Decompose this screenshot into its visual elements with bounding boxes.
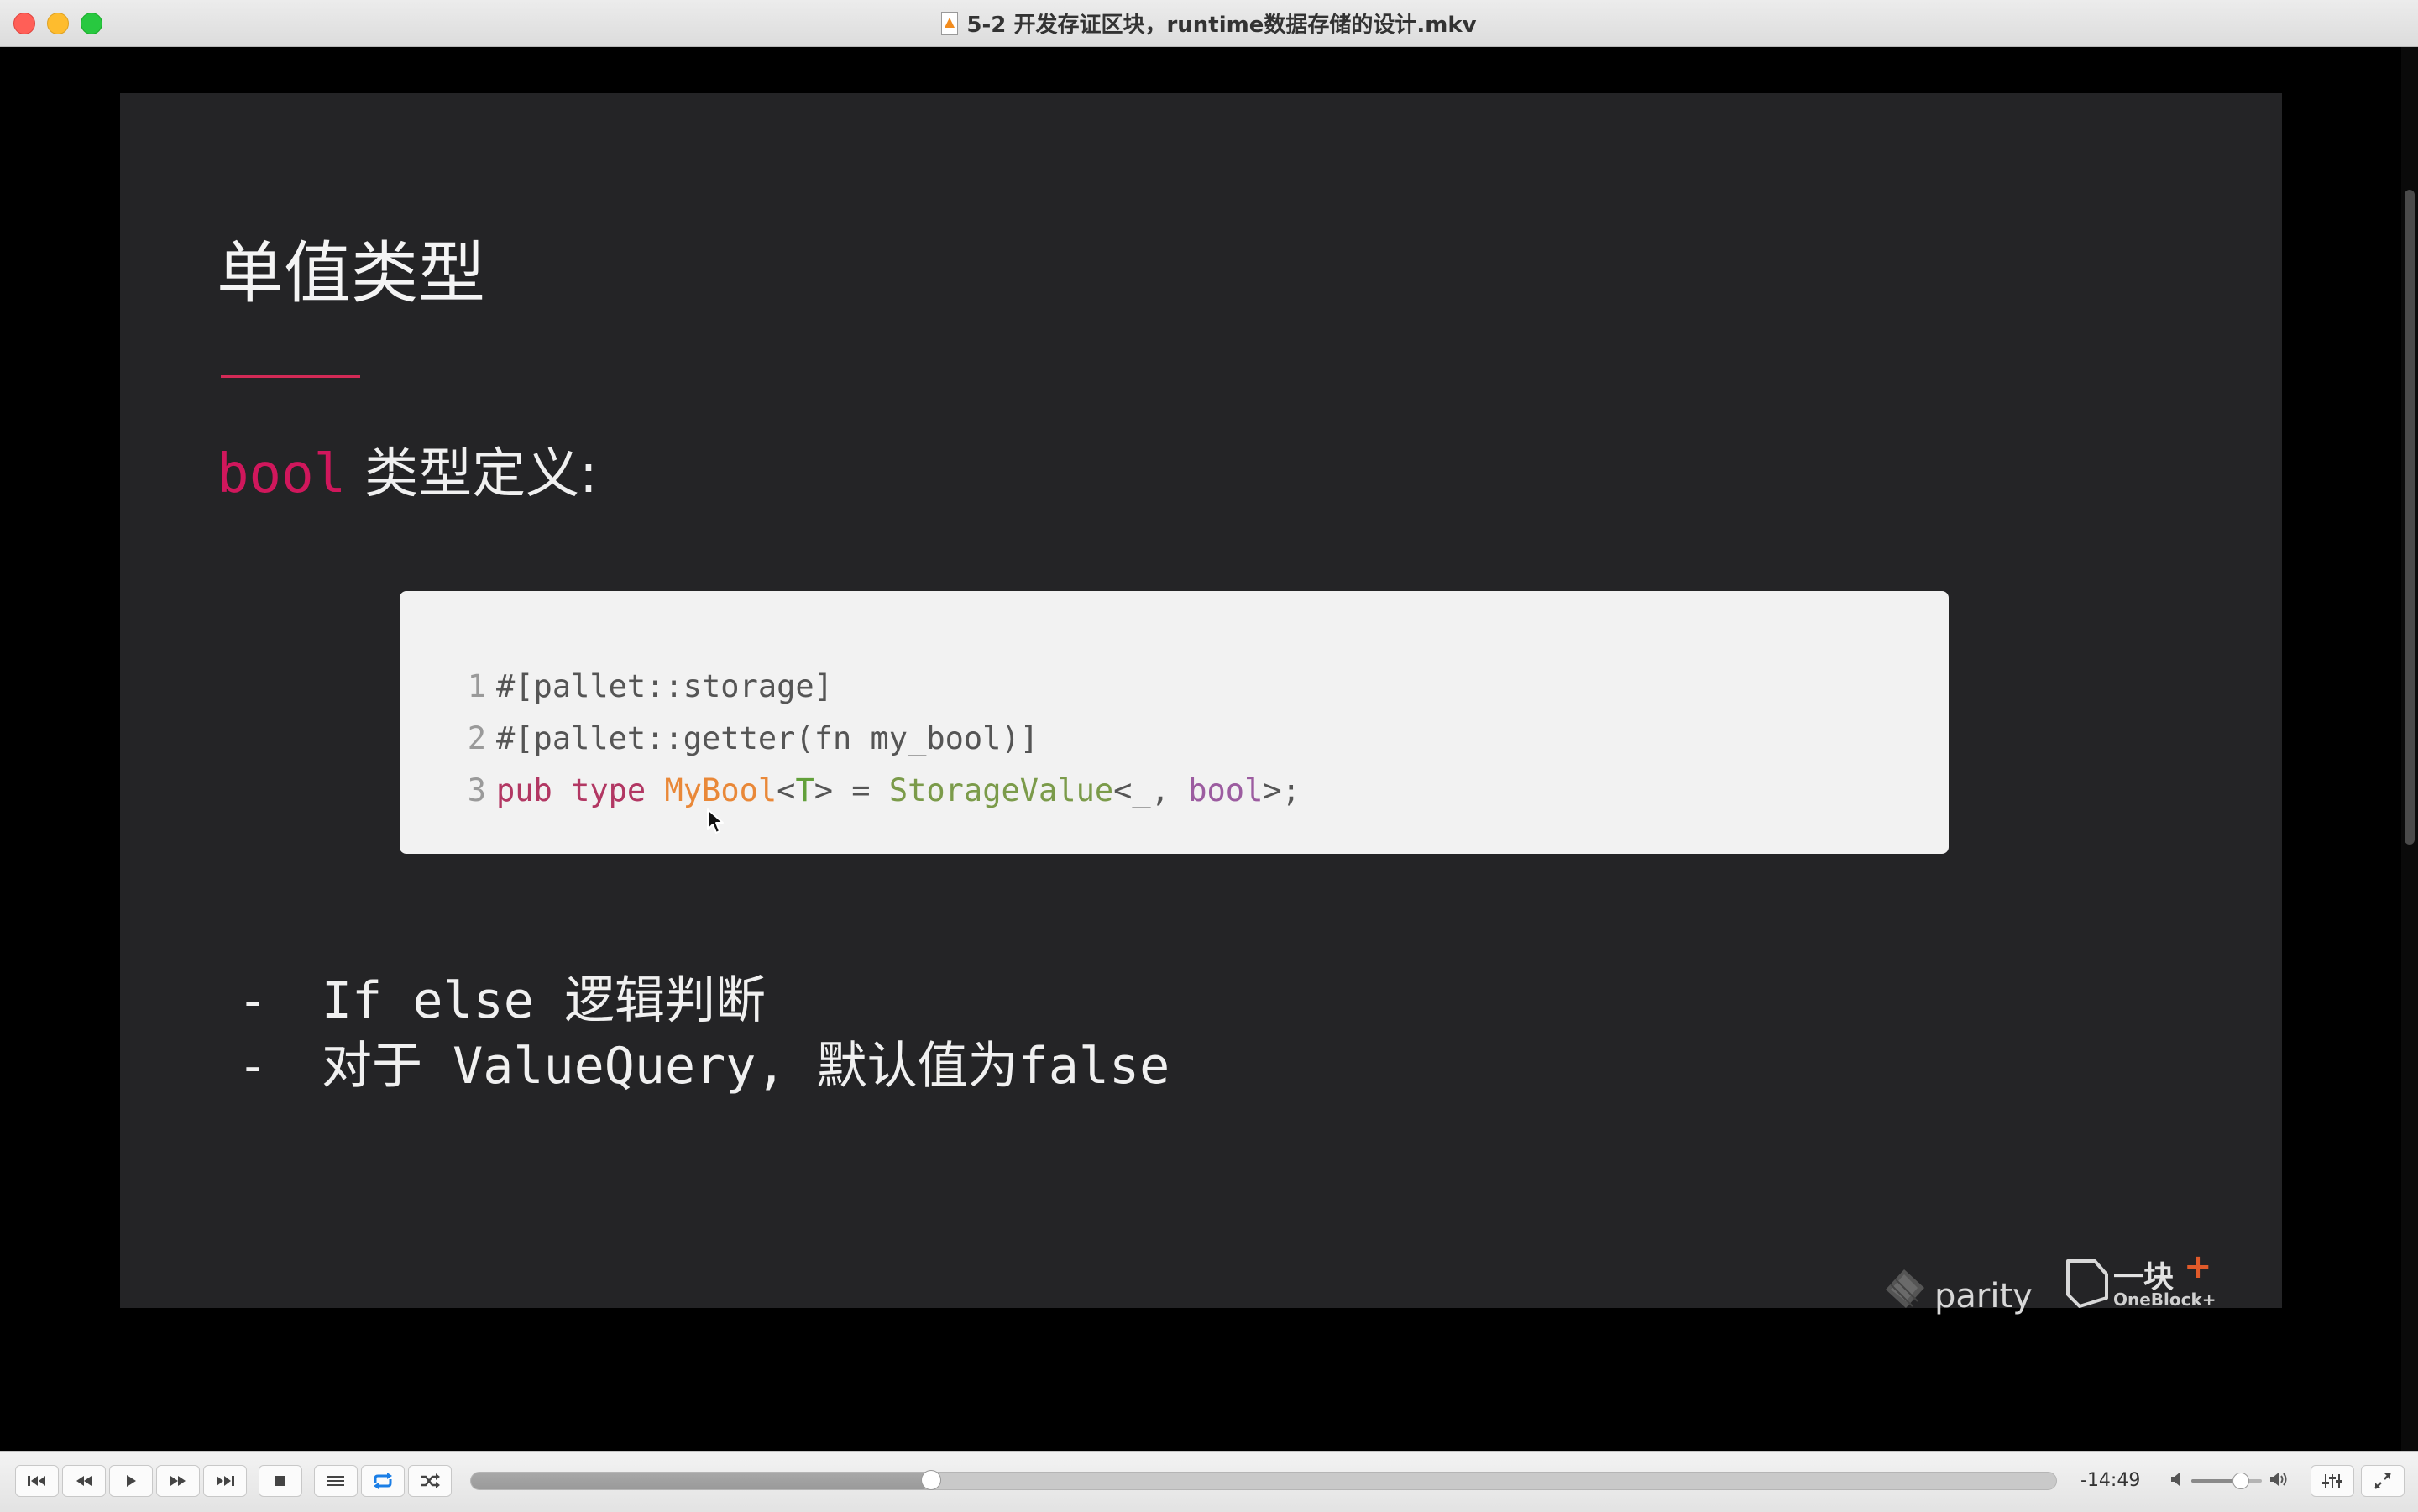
code-token-storage-type: StorageValue bbox=[888, 772, 1114, 808]
line-number: 3 bbox=[467, 772, 486, 808]
seek-slider-fill bbox=[471, 1473, 931, 1489]
code-token-generic: T bbox=[795, 772, 814, 808]
bullet-dash: - bbox=[238, 971, 269, 1030]
previous-icon bbox=[28, 1476, 45, 1486]
code-text: #[pallet::getter(fn my_bool)] bbox=[496, 719, 1039, 756]
fast-forward-icon bbox=[170, 1476, 186, 1486]
code-token-punct: < bbox=[777, 772, 796, 808]
scrollbar-thumb[interactable] bbox=[2405, 190, 2415, 845]
parity-mark-icon bbox=[1886, 1269, 1924, 1308]
oneblock-subtext: OneBlock+ bbox=[2113, 1290, 2216, 1310]
equalizer-icon bbox=[2322, 1474, 2342, 1488]
subtitle-code-keyword: bool bbox=[217, 443, 347, 505]
list-item: - 对于 ValueQuery, 默认值为false bbox=[238, 1033, 1170, 1099]
list-item: - If else 逻辑判断 bbox=[238, 968, 1170, 1033]
rewind-icon bbox=[76, 1476, 92, 1486]
parity-wordmark: parity bbox=[1934, 1277, 2033, 1316]
bullet-list: - If else 逻辑判断 - 对于 ValueQuery, 默认值为false bbox=[238, 968, 1170, 1099]
previous-button[interactable] bbox=[15, 1465, 59, 1497]
play-icon bbox=[127, 1475, 136, 1487]
stop-icon bbox=[275, 1476, 285, 1486]
bullet-text: 对于 ValueQuery, 默认值为false bbox=[322, 1037, 1170, 1096]
shuffle-button[interactable] bbox=[408, 1465, 452, 1497]
mouse-cursor-icon bbox=[707, 808, 724, 834]
vertical-scrollbar[interactable] bbox=[2401, 47, 2418, 1451]
title-bar: 5-2 开发存证区块，runtime数据存储的设计.mkv bbox=[0, 0, 2418, 47]
code-token-keyword: pub bbox=[496, 772, 552, 808]
playlist-button[interactable] bbox=[314, 1465, 358, 1497]
volume-high-icon[interactable] bbox=[2269, 1468, 2290, 1490]
code-token-primitive: bool bbox=[1188, 772, 1264, 808]
oneblock-logo: 一块 + OneBlock+ bbox=[2061, 1248, 2216, 1313]
bullet-text: If else 逻辑判断 bbox=[322, 971, 766, 1030]
volume-low-icon[interactable] bbox=[2169, 1470, 2185, 1488]
time-remaining[interactable]: -14:49 bbox=[2080, 1470, 2140, 1491]
equalizer-button[interactable] bbox=[2311, 1465, 2354, 1497]
loop-button[interactable] bbox=[361, 1465, 405, 1497]
fast-forward-button[interactable] bbox=[156, 1465, 200, 1497]
fullscreen-button[interactable] bbox=[2361, 1465, 2405, 1497]
volume-slider-knob[interactable] bbox=[2232, 1473, 2249, 1489]
seek-slider-knob[interactable] bbox=[920, 1470, 941, 1490]
loop-icon bbox=[374, 1473, 392, 1489]
fullscreen-icon bbox=[2374, 1473, 2391, 1489]
code-text: #[pallet::storage] bbox=[496, 667, 833, 704]
code-token-punct: > = bbox=[814, 772, 889, 808]
line-number: 2 bbox=[467, 719, 486, 756]
seek-slider[interactable] bbox=[470, 1470, 2057, 1490]
slide-title: 单值类型 bbox=[217, 234, 485, 312]
line-number: 1 bbox=[467, 667, 486, 704]
window-title: 5-2 开发存证区块，runtime数据存储的设计.mkv bbox=[966, 13, 1477, 38]
slide: 单值类型 bool 类型定义: 1 #[pallet::storage] 2 #[… bbox=[120, 93, 2282, 1316]
playback-control-bar: -14:49 bbox=[0, 1451, 2418, 1512]
stop-button[interactable] bbox=[259, 1465, 302, 1497]
oneblock-mark-icon bbox=[2066, 1259, 2108, 1308]
code-line: 1 #[pallet::storage] bbox=[400, 660, 1949, 712]
bullet-dash: - bbox=[238, 1037, 269, 1096]
title-container: 5-2 开发存证区块，runtime数据存储的设计.mkv bbox=[0, 0, 2418, 46]
playlist-icon bbox=[327, 1476, 344, 1486]
subtitle-text: 类型定义: bbox=[364, 443, 598, 505]
code-text: pub type MyBool<T> = StorageValue<_, boo… bbox=[496, 772, 1301, 808]
code-token-type-name: MyBool bbox=[664, 772, 777, 808]
play-button[interactable] bbox=[109, 1465, 153, 1497]
volume-slider[interactable] bbox=[2191, 1473, 2262, 1489]
rewind-button[interactable] bbox=[62, 1465, 106, 1497]
vlc-file-icon bbox=[941, 11, 959, 35]
code-token-punct: <_, bbox=[1113, 772, 1189, 808]
code-token-punct: >; bbox=[1263, 772, 1301, 808]
shuffle-icon bbox=[421, 1473, 440, 1488]
code-token-keyword: type bbox=[571, 772, 646, 808]
oneblock-plus: + bbox=[2184, 1248, 2212, 1286]
slide-subtitle: bool 类型定义: bbox=[217, 431, 598, 508]
parity-logo: parity bbox=[1879, 1260, 2033, 1316]
code-line: 2 #[pallet::getter(fn my_bool)] bbox=[400, 712, 1949, 764]
code-line: 3 pub type MyBool<T> = StorageValue<_, b… bbox=[400, 764, 1949, 816]
next-icon bbox=[217, 1476, 234, 1486]
code-block: 1 #[pallet::storage] 2 #[pallet::getter(… bbox=[400, 591, 1949, 854]
title-underline bbox=[221, 375, 360, 378]
next-button[interactable] bbox=[203, 1465, 247, 1497]
